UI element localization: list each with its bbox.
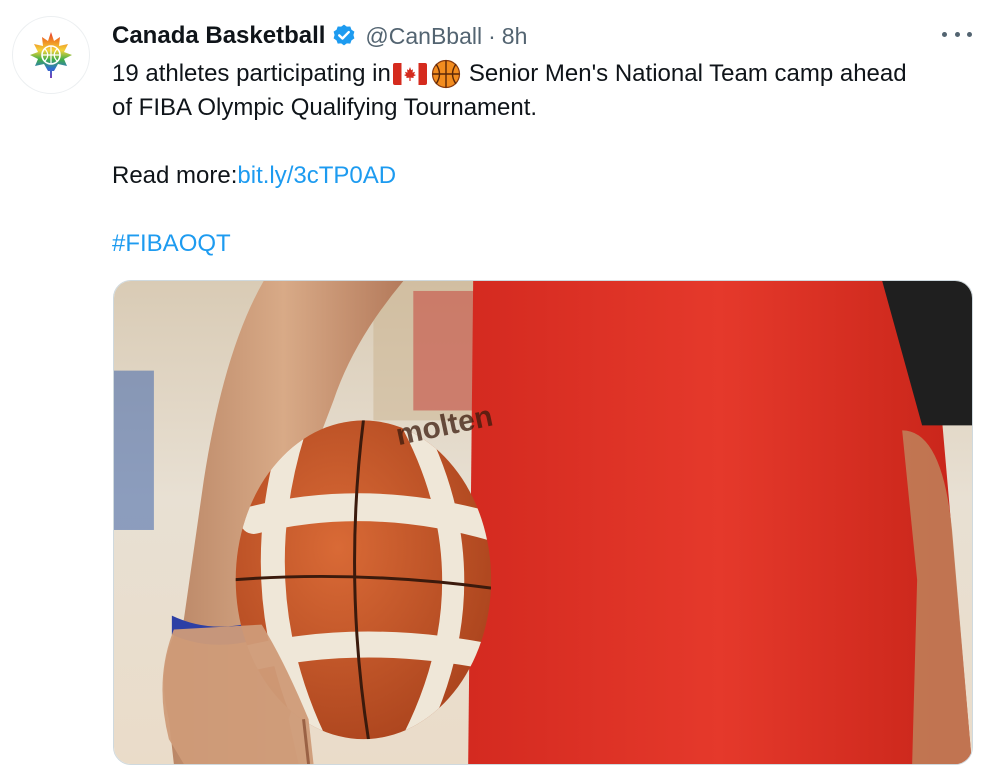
tweet-text: 19 athletes participating in Senior Men'… xyxy=(112,57,972,261)
text-line1-after: Senior Men's National Team camp ahead xyxy=(468,60,907,87)
rainbow-maple-leaf-basketball-logo-icon xyxy=(30,32,72,78)
tweet-header: Canada Basketball @CanBball · 8h xyxy=(112,20,527,52)
basketball-icon xyxy=(431,59,460,89)
ellipsis-icon[interactable] xyxy=(942,22,972,46)
read-more-link[interactable]: bit.ly/3cTP0AD xyxy=(237,159,396,193)
text-line1-before: 19 athletes participating in xyxy=(112,60,391,87)
author-handle[interactable]: @CanBball xyxy=(365,23,482,50)
tweet-card[interactable]: Canada Basketball @CanBball · 8h 19 athl… xyxy=(0,0,1000,780)
tweet-text-line-2: of FIBA Olympic Qualifying Tournament. xyxy=(112,94,538,121)
timestamp[interactable]: 8h xyxy=(502,23,528,50)
hashtag-link[interactable]: #FIBAOQT xyxy=(112,227,231,261)
tweet-photo[interactable]: molten xyxy=(113,280,973,765)
basketball-player-photo: molten xyxy=(114,281,972,764)
verified-badge-icon xyxy=(334,24,355,46)
tweet-text-line-1: 19 athletes participating in Senior Men'… xyxy=(112,57,972,91)
author-display-name[interactable]: Canada Basketball xyxy=(112,22,325,50)
separator-dot: · xyxy=(488,22,496,49)
avatar[interactable] xyxy=(12,16,90,94)
hashtag-line: #FIBAOQT xyxy=(112,227,972,261)
read-more-label: Read more: xyxy=(112,162,238,189)
read-more-line: Read more: bit.ly/3cTP0AD xyxy=(112,159,972,193)
canada-flag-icon xyxy=(392,63,427,85)
